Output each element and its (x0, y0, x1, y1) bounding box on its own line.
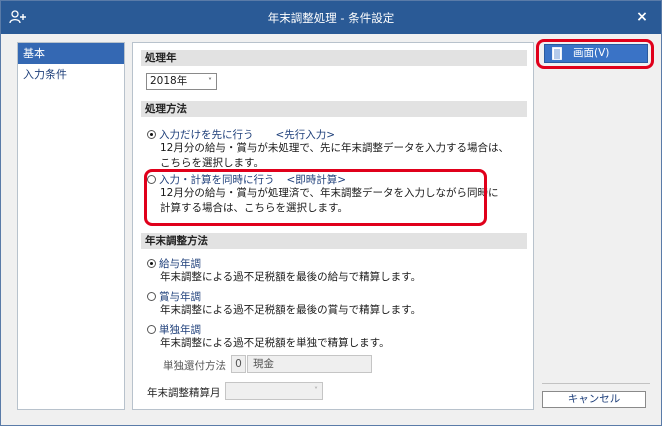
chevron-down-icon: ˅ (314, 386, 318, 395)
section-processing-method: 処理方法 (141, 101, 527, 117)
highlight-immediate-calc (144, 169, 487, 226)
radio-label: 入力だけを先に行う (159, 129, 254, 141)
fiscal-year-value: 2018年 (150, 75, 188, 87)
desc-bonus-adjustment: 年末調整による過不足税額を最後の賞与で精算します。 (160, 304, 422, 316)
radio-standalone-adjustment[interactable]: 単独年調 (147, 322, 201, 337)
action-pane: 画面(V) キャンセル (540, 42, 652, 410)
radio-salary-adjustment[interactable]: 給与年調 (147, 256, 201, 271)
refund-method-value[interactable]: 現金 (247, 355, 372, 373)
chevron-down-icon: ˅ (208, 77, 212, 86)
refund-method-label: 単独還付方法 (163, 360, 226, 372)
window-title: 年末調整処理 - 条件設定 (267, 11, 395, 25)
section-adjustment-method: 年末調整方法 (141, 233, 527, 249)
sidebar-item-input-conditions[interactable]: 入力条件 (18, 64, 124, 85)
settlement-month-label: 年末調整精算月 (147, 387, 221, 399)
refund-method-code[interactable]: 0 (231, 355, 246, 373)
dialog-window: 年末調整処理 - 条件設定 × 基本 入力条件 処理年 2018年 ˅ 処理方法… (0, 0, 662, 426)
title-bar: 年末調整処理 - 条件設定 × (1, 1, 661, 34)
desc-input-first: 12月分の給与・賞与が未処理で、先に年末調整データを入力する場合は、 こちらを選… (160, 141, 509, 171)
radio-label: 賞与年調 (159, 291, 201, 303)
desc-salary-adjustment: 年末調整による過不足税額を最後の給与で精算します。 (160, 271, 422, 283)
close-icon[interactable]: × (633, 7, 651, 27)
category-sidebar: 基本 入力条件 (17, 42, 125, 410)
fiscal-year-select[interactable]: 2018年 ˅ (146, 73, 217, 90)
sidebar-item-basic[interactable]: 基本 (18, 43, 124, 64)
radio-input-first[interactable]: 入力だけを先に行う <先行入力> (147, 127, 335, 142)
radio-label: 単独年調 (159, 324, 201, 336)
settings-panel: 処理年 2018年 ˅ 処理方法 入力だけを先に行う <先行入力> 12月分の給… (132, 42, 534, 410)
cancel-button[interactable]: キャンセル (542, 391, 646, 408)
desc-line: 12月分の給与・賞与が未処理で、先に年末調整データを入力する場合は、 (160, 142, 509, 154)
section-fiscal-year: 処理年 (141, 50, 527, 66)
settlement-month-select[interactable]: ˅ (225, 382, 323, 400)
divider (542, 383, 650, 384)
highlight-screen-button (536, 39, 654, 69)
desc-standalone-adjustment: 年末調整による過不足税額を単独で精算します。 (160, 337, 390, 349)
radio-dot (147, 325, 156, 334)
radio-label: 給与年調 (159, 258, 201, 270)
radio-dot (147, 130, 156, 139)
radio-dot (147, 292, 156, 301)
radio-bonus-adjustment[interactable]: 賞与年調 (147, 289, 201, 304)
radio-tag: <先行入力> (275, 129, 336, 141)
radio-dot (147, 259, 156, 268)
